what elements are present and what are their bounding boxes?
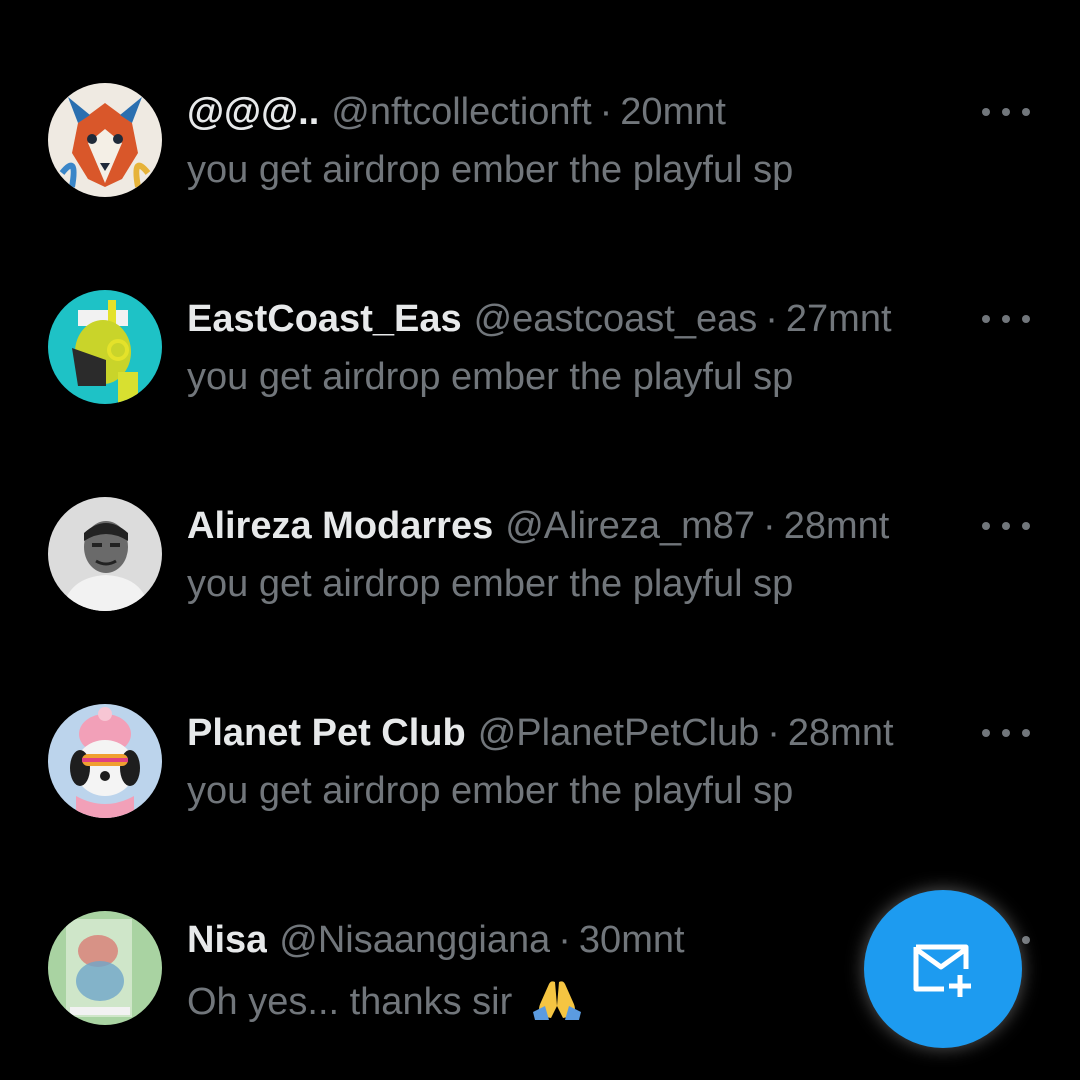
timestamp: 30mnt bbox=[578, 919, 685, 961]
avatar[interactable] bbox=[48, 290, 162, 404]
dog-with-beanie-avatar-icon bbox=[48, 704, 162, 818]
message-header: Nisa @Nisaanggiana · 30mnt bbox=[187, 918, 950, 962]
more-options-icon[interactable] bbox=[982, 512, 1030, 540]
display-name: EastCoast_Eas bbox=[187, 298, 462, 340]
blurred-image-avatar-icon bbox=[48, 911, 162, 1025]
message-header: Planet Pet Club @PlanetPetClub · 28mnt bbox=[187, 711, 950, 755]
message-preview: you get airdrop ember the playful sp bbox=[187, 770, 794, 812]
more-options-icon[interactable] bbox=[982, 305, 1030, 333]
user-handle: @PlanetPetClub bbox=[477, 712, 760, 754]
new-message-button[interactable] bbox=[864, 890, 1022, 1048]
more-options-icon[interactable] bbox=[982, 719, 1030, 747]
avatar[interactable] bbox=[48, 497, 162, 611]
separator-dot: · bbox=[767, 712, 780, 754]
message-preview: you get airdrop ember the playful sp bbox=[187, 356, 794, 398]
message-header: Alireza Modarres @Alireza_m87 · 28mnt bbox=[187, 504, 950, 548]
user-handle: @Nisaanggiana bbox=[279, 919, 551, 961]
avatar[interactable] bbox=[48, 911, 162, 1025]
display-name: Alireza Modarres bbox=[187, 505, 494, 547]
person-photo-avatar-icon bbox=[48, 497, 162, 611]
display-name: Nisa bbox=[187, 919, 268, 961]
masked-character-avatar-icon bbox=[48, 290, 162, 404]
timestamp: 28mnt bbox=[787, 712, 894, 754]
message-preview: Oh yes... thanks sir bbox=[187, 976, 867, 1030]
user-handle: @eastcoast_eas bbox=[473, 298, 758, 340]
timestamp: 28mnt bbox=[783, 505, 890, 547]
separator-dot: · bbox=[765, 298, 778, 340]
separator-dot: · bbox=[558, 919, 571, 961]
message-row[interactable]: Nisa @Nisaanggiana · 30mnt Oh yes... tha… bbox=[0, 0, 1080, 1025]
separator-dot: · bbox=[763, 505, 776, 547]
user-handle: @Alireza_m87 bbox=[505, 505, 756, 547]
message-preview: you get airdrop ember the playful sp bbox=[187, 563, 794, 605]
folded-hands-emoji-icon bbox=[531, 976, 583, 1030]
new-message-envelope-plus-icon bbox=[913, 944, 971, 997]
message-header: EastCoast_Eas @eastcoast_eas · 27mnt bbox=[187, 297, 950, 341]
timestamp: 27mnt bbox=[785, 298, 892, 340]
display-name: Planet Pet Club bbox=[187, 712, 466, 754]
message-preview-text: Oh yes... thanks sir bbox=[187, 981, 513, 1023]
avatar[interactable] bbox=[48, 704, 162, 818]
